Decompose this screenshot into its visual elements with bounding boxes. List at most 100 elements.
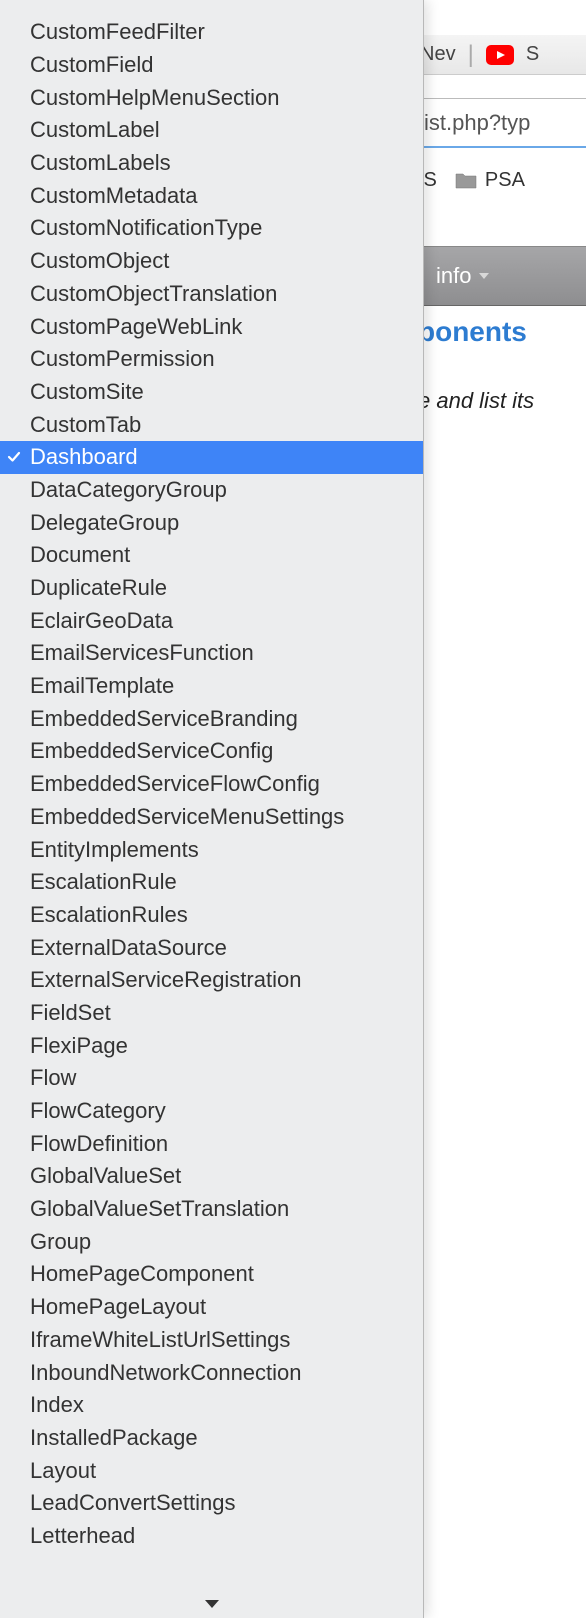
tab-title-after[interactable]: S — [526, 43, 539, 66]
menu-item[interactable]: CustomObject — [0, 245, 423, 278]
menu-item-label: EmailTemplate — [30, 673, 174, 699]
menu-item[interactable]: EmbeddedServiceBranding — [0, 702, 423, 735]
bookmark-folder-label: PSA — [485, 169, 525, 192]
info-dropdown[interactable]: info — [436, 263, 491, 289]
menu-item[interactable]: ExternalDataSource — [0, 931, 423, 964]
menu-item[interactable]: CustomMetadata — [0, 179, 423, 212]
menu-item[interactable]: FlexiPage — [0, 1029, 423, 1062]
menu-item[interactable]: HomePageLayout — [0, 1291, 423, 1324]
menu-item-label: Index — [30, 1392, 84, 1418]
menu-item[interactable]: InstalledPackage — [0, 1422, 423, 1455]
menu-item-label: CustomPermission — [30, 346, 215, 372]
menu-item-label: FlexiPage — [30, 1033, 128, 1059]
menu-item[interactable]: HomePageComponent — [0, 1258, 423, 1291]
menu-item-label: CustomHelpMenuSection — [30, 85, 279, 111]
menu-item[interactable]: IframeWhiteListUrlSettings — [0, 1324, 423, 1357]
bookmarks-bar: /S PSA — [418, 158, 586, 202]
info-label: info — [436, 263, 471, 289]
page-heading-fragment: ponents — [418, 316, 586, 348]
menu-item[interactable]: CustomFeedFilter — [0, 16, 423, 49]
menu-item[interactable]: CustomObjectTranslation — [0, 278, 423, 311]
menu-item-label: FlowDefinition — [30, 1131, 168, 1157]
menu-item[interactable]: LeadConvertSettings — [0, 1487, 423, 1520]
menu-item-label: EmbeddedServiceConfig — [30, 738, 273, 764]
menu-item-label: CustomNotificationType — [30, 215, 262, 241]
menu-item-label: IframeWhiteListUrlSettings — [30, 1327, 290, 1353]
menu-item-label: EclairGeoData — [30, 608, 173, 634]
dropdown-list: CustomFeedFilter CustomField CustomHelpMen… — [0, 0, 423, 1552]
menu-item[interactable]: EscalationRule — [0, 866, 423, 899]
menu-item-label: DelegateGroup — [30, 510, 179, 536]
menu-item[interactable]: Index — [0, 1389, 423, 1422]
scroll-down-indicator[interactable] — [0, 1598, 424, 1610]
menu-item[interactable]: FlowCategory — [0, 1095, 423, 1128]
chevron-down-icon — [477, 271, 491, 281]
menu-item[interactable]: CustomField — [0, 49, 423, 82]
youtube-icon[interactable] — [486, 45, 514, 65]
menu-item[interactable]: EmailTemplate — [0, 670, 423, 703]
tab-separator: | — [468, 41, 474, 69]
menu-item[interactable]: DuplicateRule — [0, 572, 423, 605]
menu-item-label: CustomSite — [30, 379, 144, 405]
menu-item-label: CustomLabels — [30, 150, 171, 176]
menu-item-label: CustomTab — [30, 412, 141, 438]
menu-item[interactable]: CustomPageWebLink — [0, 310, 423, 343]
menu-item[interactable]: Dashboard — [0, 441, 423, 474]
menu-item[interactable]: EclairGeoData — [0, 604, 423, 637]
menu-item[interactable]: EmbeddedServiceConfig — [0, 735, 423, 768]
menu-item-label: Letterhead — [30, 1523, 135, 1549]
menu-item-label: CustomPageWebLink — [30, 314, 242, 340]
menu-item[interactable]: EmbeddedServiceMenuSettings — [0, 801, 423, 834]
menu-item-label: CustomLabel — [30, 117, 160, 143]
menu-item[interactable]: DelegateGroup — [0, 506, 423, 539]
url-bar[interactable]: ist.php?typ — [420, 98, 586, 148]
menu-item[interactable]: CustomNotificationType — [0, 212, 423, 245]
menu-item-label: GlobalValueSetTranslation — [30, 1196, 289, 1222]
menu-item[interactable]: CustomTab — [0, 408, 423, 441]
menu-item-label: GlobalValueSet — [30, 1163, 181, 1189]
menu-item-label: FlowCategory — [30, 1098, 166, 1124]
menu-item[interactable]: DataCategoryGroup — [0, 474, 423, 507]
metadata-type-dropdown[interactable]: CustomFeedFilter CustomField CustomHelpMen… — [0, 0, 424, 1618]
menu-item-label: Dashboard — [30, 444, 138, 470]
menu-item[interactable]: Document — [0, 539, 423, 572]
menu-item-label: EntityImplements — [30, 837, 199, 863]
menu-item[interactable]: CustomHelpMenuSection — [0, 81, 423, 114]
menu-item[interactable]: InboundNetworkConnection — [0, 1356, 423, 1389]
menu-item-label: ExternalDataSource — [30, 935, 227, 961]
menu-item[interactable]: EscalationRules — [0, 899, 423, 932]
browser-tab-strip: Nev | S — [420, 35, 586, 75]
menu-item[interactable]: EntityImplements — [0, 833, 423, 866]
menu-item-label: Document — [30, 542, 130, 568]
menu-item[interactable]: Letterhead — [0, 1520, 423, 1553]
menu-item-label: EscalationRules — [30, 902, 188, 928]
menu-item-label: HomePageLayout — [30, 1294, 206, 1320]
menu-item[interactable]: CustomSite — [0, 376, 423, 409]
menu-item[interactable]: Layout — [0, 1454, 423, 1487]
menu-item-label: CustomObjectTranslation — [30, 281, 277, 307]
menu-item[interactable]: EmailServicesFunction — [0, 637, 423, 670]
menu-item[interactable]: Flow — [0, 1062, 423, 1095]
menu-item[interactable]: FieldSet — [0, 997, 423, 1030]
menu-item-label: FieldSet — [30, 1000, 111, 1026]
url-text: ist.php?typ — [424, 110, 530, 136]
menu-item[interactable]: FlowDefinition — [0, 1127, 423, 1160]
menu-item[interactable]: Group — [0, 1225, 423, 1258]
menu-item[interactable]: CustomPermission — [0, 343, 423, 376]
menu-item[interactable]: EmbeddedServiceFlowConfig — [0, 768, 423, 801]
menu-item[interactable]: GlobalValueSet — [0, 1160, 423, 1193]
tab-title[interactable]: Nev — [420, 43, 456, 66]
menu-item-label: EmbeddedServiceMenuSettings — [30, 804, 344, 830]
menu-item-label: InboundNetworkConnection — [30, 1360, 302, 1386]
menu-item-label: Group — [30, 1229, 91, 1255]
menu-item-label: CustomFeedFilter — [30, 19, 205, 45]
menu-item[interactable]: ExternalServiceRegistration — [0, 964, 423, 997]
page-description-fragment: e and list its — [418, 388, 586, 414]
menu-item-label: CustomMetadata — [30, 183, 198, 209]
bookmark-folder[interactable]: PSA — [455, 169, 525, 192]
menu-item-label: InstalledPackage — [30, 1425, 198, 1451]
menu-item[interactable]: CustomLabel — [0, 114, 423, 147]
menu-item[interactable]: CustomLabels — [0, 147, 423, 180]
menu-item-label: CustomObject — [30, 248, 169, 274]
menu-item[interactable]: GlobalValueSetTranslation — [0, 1193, 423, 1226]
